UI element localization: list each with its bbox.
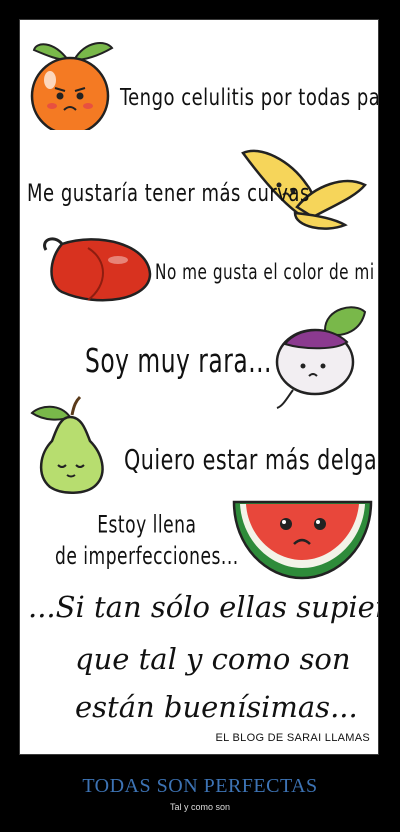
- watermelon-icon: [232, 500, 373, 580]
- credit-text: EL BLOG DE SARAI LLAMAS: [215, 732, 370, 744]
- caption-title[interactable]: TODAS SON PERFECTAS: [0, 775, 400, 798]
- script-line-1: ...Si tan sólo ellas supieran: [28, 590, 378, 624]
- line-3: No me gusta el color de mi piel: [155, 260, 378, 285]
- line-6: Estoy llena de imperfecciones...: [55, 510, 239, 573]
- line-1: Tengo celulitis por todas partes: [120, 83, 378, 111]
- orange-icon: [30, 42, 114, 130]
- line-4: Soy muy rara...: [85, 343, 272, 381]
- line-5: Quiero estar más delgada...: [124, 445, 378, 477]
- poster: Tengo celulitis por todas partes Me gust…: [19, 19, 379, 755]
- pepper-icon: [43, 237, 152, 302]
- caption-subtitle: Tal y como son: [169, 802, 231, 812]
- turnip-icon: [275, 306, 367, 409]
- line-6b: de imperfecciones...: [55, 542, 239, 571]
- pear-icon: [30, 395, 104, 494]
- line-6a: Estoy llena: [97, 511, 197, 539]
- line-2: Me gustaría tener más curvas: [27, 178, 310, 207]
- script-line-3: están buenísimas...: [75, 690, 358, 724]
- script-line-2: que tal y como son: [75, 642, 351, 676]
